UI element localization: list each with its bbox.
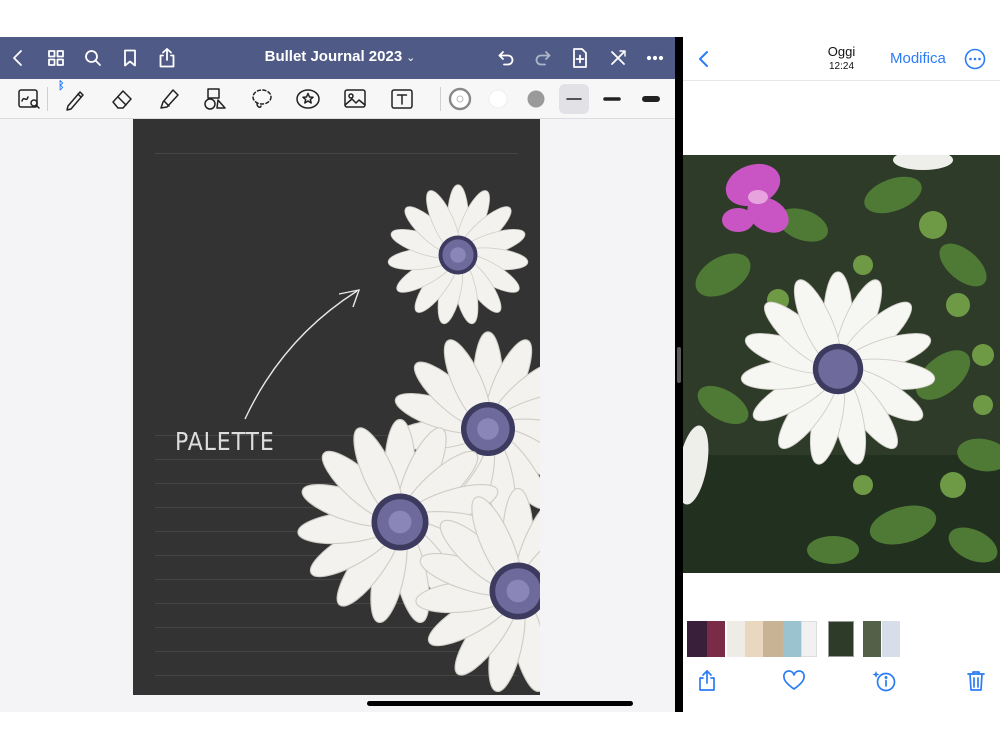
edit-button[interactable]: Modifica bbox=[890, 50, 946, 67]
notes-app: Bullet Journal 2023 ⌄ ᛒ PALETTE bbox=[0, 37, 675, 712]
add-page-icon[interactable] bbox=[565, 43, 595, 73]
elements-icon[interactable] bbox=[293, 84, 323, 114]
document-title[interactable]: Bullet Journal 2023 ⌄ bbox=[240, 48, 440, 65]
color-swatch-gray[interactable] bbox=[521, 84, 551, 114]
photo-thumbnail[interactable] bbox=[745, 621, 763, 657]
document-title-label: Bullet Journal 2023 bbox=[264, 48, 403, 65]
color-swatch-white[interactable] bbox=[445, 84, 475, 114]
trash-icon[interactable] bbox=[960, 665, 992, 697]
redo-icon[interactable] bbox=[528, 43, 558, 73]
title-chevron-icon: ⌄ bbox=[406, 52, 416, 64]
photo-thumbnail-current[interactable] bbox=[828, 621, 854, 657]
stroke-width-medium[interactable] bbox=[597, 84, 627, 114]
eraser-icon[interactable] bbox=[107, 84, 137, 114]
image-icon[interactable] bbox=[340, 84, 370, 114]
info-icon[interactable] bbox=[869, 665, 901, 697]
highlighter-icon[interactable] bbox=[154, 84, 184, 114]
home-indicator[interactable] bbox=[367, 701, 633, 706]
shapes-icon[interactable] bbox=[200, 84, 230, 114]
photo-thumbnail-strip[interactable] bbox=[683, 621, 1000, 657]
favorite-icon[interactable] bbox=[778, 665, 810, 697]
page-artwork bbox=[244, 184, 540, 695]
color-swatch-light[interactable] bbox=[483, 84, 513, 114]
photo-thumbnail[interactable] bbox=[687, 621, 707, 657]
photo-thumbnail[interactable] bbox=[727, 621, 745, 657]
toolbar-separator bbox=[47, 87, 48, 111]
split-view-divider[interactable] bbox=[675, 37, 683, 712]
arrow-head bbox=[338, 289, 361, 308]
photo-thumbnail[interactable] bbox=[783, 621, 801, 657]
photos-header: Oggi 12:24 Modifica bbox=[683, 37, 1000, 81]
photo-thumbnail[interactable] bbox=[863, 621, 881, 657]
back-icon[interactable] bbox=[3, 43, 33, 73]
flower-photo bbox=[683, 155, 1000, 573]
notebook-page[interactable]: PALETTE bbox=[133, 119, 540, 695]
daisy-flower bbox=[386, 184, 530, 327]
photo-time: 12:24 bbox=[828, 61, 855, 72]
drawing-toolbar: ᛒ bbox=[0, 79, 675, 119]
photo-thumbnail[interactable] bbox=[763, 621, 783, 657]
pen-icon[interactable]: ᛒ bbox=[58, 80, 90, 114]
hand-drawn-arrow bbox=[244, 290, 358, 420]
stroke-width-thin[interactable] bbox=[559, 84, 589, 114]
photo-date: Oggi bbox=[827, 44, 856, 59]
read-only-icon[interactable] bbox=[603, 43, 633, 73]
more-icon[interactable] bbox=[963, 47, 987, 71]
lasso-icon[interactable] bbox=[247, 84, 277, 114]
split-view-handle[interactable] bbox=[677, 347, 681, 383]
text-icon[interactable] bbox=[387, 84, 417, 114]
stroke-width-thick[interactable] bbox=[636, 84, 666, 114]
toolbar-separator bbox=[440, 87, 441, 111]
ipad-split-view: Bullet Journal 2023 ⌄ ᛒ PALETTE Oggi 12:… bbox=[0, 0, 1000, 749]
photo-viewer[interactable] bbox=[683, 155, 1000, 573]
bluetooth-icon: ᛒ bbox=[58, 80, 65, 92]
photos-app: Oggi 12:24 Modifica bbox=[683, 37, 1000, 712]
search-icon[interactable] bbox=[78, 43, 108, 73]
more-icon[interactable] bbox=[640, 43, 670, 73]
zoom-window-icon[interactable] bbox=[14, 84, 44, 114]
thumbnails-icon[interactable] bbox=[41, 43, 71, 73]
share-icon[interactable] bbox=[691, 665, 723, 697]
handwritten-label: PALETTE bbox=[175, 427, 275, 456]
bookmark-icon[interactable] bbox=[115, 43, 145, 73]
photo-thumbnail[interactable] bbox=[801, 621, 817, 657]
notes-nav-bar: Bullet Journal 2023 ⌄ bbox=[0, 37, 675, 79]
photos-toolbar bbox=[683, 657, 1000, 712]
share-icon[interactable] bbox=[152, 43, 182, 73]
photo-thumbnail[interactable] bbox=[882, 621, 900, 657]
photo-thumbnail[interactable] bbox=[707, 621, 725, 657]
undo-icon[interactable] bbox=[491, 43, 521, 73]
